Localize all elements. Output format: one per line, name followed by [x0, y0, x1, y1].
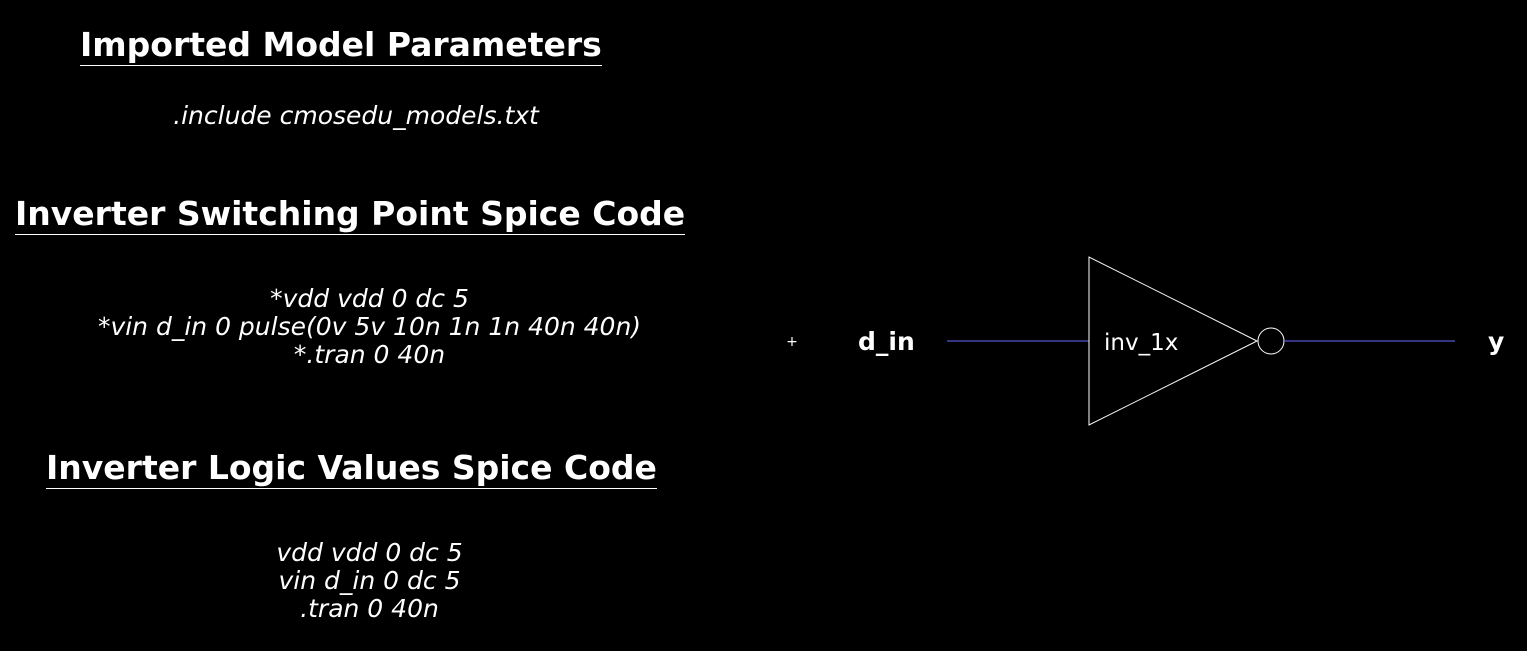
output-pin-label: y [1488, 327, 1504, 356]
origin-marker: + [786, 334, 798, 350]
input-pin-label: d_in [858, 327, 915, 356]
inverter-schematic: + d_in inv_1x y [786, 256, 1504, 426]
gate-label: inv_1x [1104, 330, 1178, 356]
inverter-bubble [1257, 327, 1285, 355]
